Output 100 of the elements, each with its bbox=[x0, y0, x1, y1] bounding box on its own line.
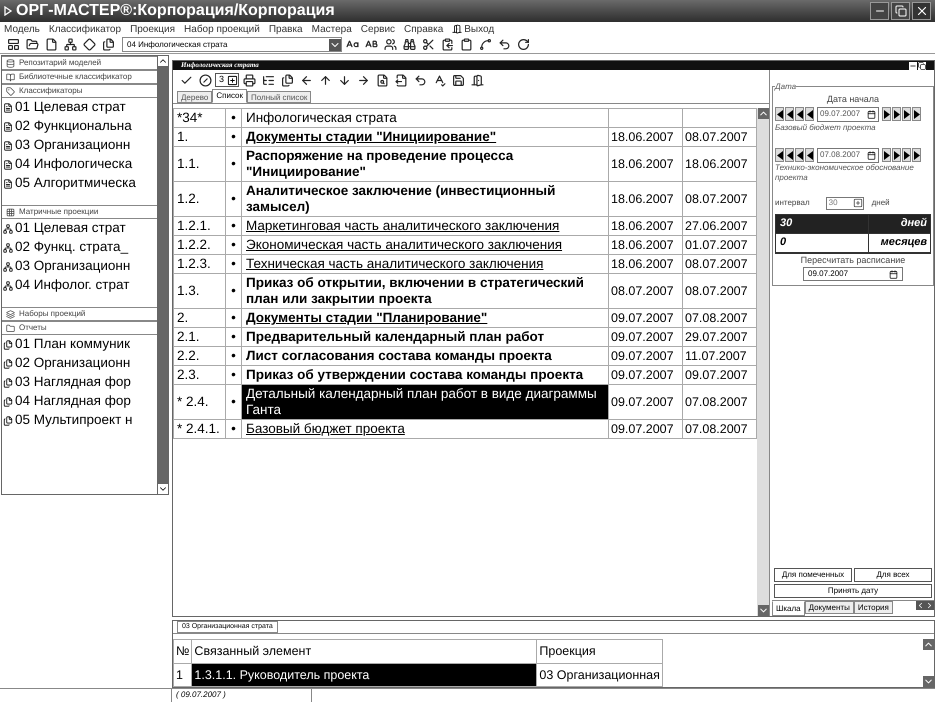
scroll-up-icon bbox=[758, 108, 768, 119]
tree-item[interactable]: 03 Организационн bbox=[15, 256, 130, 277]
task-name-cell[interactable]: Предварительный календарный план работ bbox=[242, 328, 608, 346]
menu-item[interactable]: Классификатор bbox=[48, 22, 122, 36]
step-back-button[interactable] bbox=[785, 148, 794, 162]
restore-button[interactable] bbox=[891, 2, 910, 20]
step-forward-button[interactable] bbox=[912, 107, 921, 121]
tree-item[interactable]: 02 Функц. страта_ bbox=[15, 237, 128, 258]
tree-item[interactable]: 04 Инфолог. страт bbox=[15, 275, 130, 296]
menu-item[interactable]: Проекция bbox=[130, 22, 176, 36]
minimize-icon bbox=[909, 62, 917, 70]
menu-item[interactable]: Правка bbox=[268, 22, 303, 36]
menu-item[interactable]: Справка bbox=[404, 22, 444, 36]
calendar-icon bbox=[889, 270, 898, 278]
view-tab[interactable]: Дерево bbox=[177, 91, 212, 103]
task-name-cell[interactable]: Приказ об открытии, включении в стратегический план или закрытии проекта bbox=[242, 274, 608, 308]
step-back-button[interactable] bbox=[795, 148, 804, 162]
date-field[interactable]: 07.08.2007 bbox=[817, 148, 879, 162]
table-cell: 18.06.2007 bbox=[608, 182, 682, 216]
table-cell: 09.07.2007 bbox=[682, 366, 756, 384]
step-back-button[interactable] bbox=[795, 107, 804, 121]
level-spinner[interactable]: 3 bbox=[215, 73, 240, 87]
projection-dropdown[interactable]: 04 Инфологическая страта bbox=[122, 37, 342, 52]
tree-item[interactable]: 04 Инфологическа bbox=[15, 154, 132, 175]
task-name-cell[interactable]: Маркетинговая часть аналитического заключения bbox=[242, 216, 608, 236]
step-forward-button[interactable] bbox=[892, 107, 901, 121]
field-label: интервал bbox=[775, 197, 810, 209]
column-header[interactable]: Связанный элемент bbox=[192, 640, 537, 663]
section-icon bbox=[6, 310, 15, 318]
task-name-cell[interactable]: Базовый бюджет проекта bbox=[242, 420, 608, 438]
section-header[interactable]: Наборы проекций bbox=[2, 307, 157, 321]
task-name-cell[interactable]: Документы стадии "Планирование" bbox=[242, 308, 608, 328]
table-cell: 08.07.2007 bbox=[682, 128, 756, 146]
section-header[interactable]: Репозитарий моделей bbox=[2, 56, 157, 70]
task-name-cell[interactable]: Документы стадии "Инициирование" bbox=[242, 128, 608, 146]
vertical-scrollbar[interactable] bbox=[157, 56, 168, 494]
step-back-button[interactable] bbox=[805, 148, 814, 162]
unit-row[interactable]: 30 дней bbox=[776, 214, 930, 234]
tree-item[interactable]: 05 Алгоритмическа bbox=[15, 173, 136, 194]
step-back-button[interactable] bbox=[775, 107, 784, 121]
tree-item[interactable]: 05 Мультипроект н bbox=[15, 410, 132, 431]
unit-row[interactable]: 0 месяцев bbox=[776, 234, 930, 252]
status-date: ( 09.07.2007 ) bbox=[172, 689, 312, 702]
menu-item[interactable]: Выход bbox=[464, 22, 494, 36]
tree-item[interactable]: 02 Организационн bbox=[15, 353, 130, 374]
table-cell: • bbox=[226, 128, 242, 146]
tree-item[interactable]: 03 Организационн bbox=[15, 135, 130, 156]
table-cell: * 2.4.1. bbox=[174, 420, 226, 438]
view-tab[interactable]: Список bbox=[212, 89, 247, 103]
accept-date-button[interactable]: Принять дату bbox=[774, 584, 932, 598]
task-name-cell[interactable]: Детальный календарный план работ в виде диаграммы Ганта bbox=[242, 384, 608, 420]
panel-tab[interactable]: Документы bbox=[804, 601, 854, 614]
menu-item[interactable]: Модель bbox=[4, 22, 40, 36]
task-name-cell[interactable]: Техническая часть аналитического заключения bbox=[242, 254, 608, 274]
task-name-cell[interactable]: Лист согласования состава команды проекта bbox=[242, 346, 608, 366]
tree-item[interactable]: 04 Наглядная фор bbox=[15, 391, 131, 412]
task-name-cell[interactable]: Распоряжение на проведение процесса "Инициирование" bbox=[242, 146, 608, 182]
panel-tab[interactable]: История bbox=[854, 601, 893, 614]
section-header[interactable]: Матричные проекции bbox=[2, 205, 157, 219]
step-forward-button[interactable] bbox=[892, 148, 901, 162]
tree-item[interactable]: 01 Целевая страт bbox=[15, 97, 126, 118]
section-header[interactable]: Классификаторы bbox=[2, 84, 157, 98]
tree-item[interactable]: 02 Функциональна bbox=[15, 116, 132, 137]
apply-marked-button[interactable]: Для помеченных bbox=[774, 568, 852, 582]
step-forward-button[interactable] bbox=[902, 148, 911, 162]
close-button[interactable] bbox=[912, 2, 931, 20]
section-header[interactable]: Библиотечные классификатор bbox=[2, 70, 157, 84]
document-icon bbox=[3, 262, 13, 272]
tree-item[interactable]: 01 План коммуник bbox=[15, 334, 130, 355]
step-back-button[interactable] bbox=[785, 107, 794, 121]
section-header[interactable]: Отчеты bbox=[2, 321, 157, 335]
tree-item[interactable]: 03 Наглядная фор bbox=[15, 372, 131, 393]
document-icon bbox=[3, 280, 13, 290]
section-icon bbox=[6, 324, 15, 332]
menu-item[interactable]: Сервис bbox=[360, 22, 396, 36]
vertical-scrollbar[interactable] bbox=[757, 108, 769, 616]
tree-item[interactable]: 01 Целевая страт bbox=[15, 218, 126, 239]
step-back-button[interactable] bbox=[805, 107, 814, 121]
step-forward-button[interactable] bbox=[902, 107, 911, 121]
step-back-button[interactable] bbox=[775, 148, 784, 162]
document-icon bbox=[3, 396, 13, 406]
step-forward-button[interactable] bbox=[882, 148, 891, 162]
column-header[interactable]: Проекция bbox=[536, 640, 662, 663]
menu-item[interactable]: Набор проекций bbox=[184, 22, 260, 36]
document-icon bbox=[3, 178, 13, 188]
apply-all-button[interactable]: Для всех bbox=[854, 568, 932, 582]
step-forward-button[interactable] bbox=[912, 148, 921, 162]
vertical-scrollbar[interactable] bbox=[922, 639, 934, 687]
task-name-cell[interactable]: Аналитическое заключение (инвестиционный замысел) bbox=[242, 182, 608, 216]
menu-item[interactable]: Мастера bbox=[312, 22, 352, 36]
interval-spinner[interactable]: 30 bbox=[826, 196, 864, 210]
scroll-up-icon bbox=[158, 56, 168, 66]
task-name-cell[interactable]: Экономическая часть аналитического заключения bbox=[242, 236, 608, 254]
step-forward-button[interactable] bbox=[882, 107, 891, 121]
minimize-button[interactable] bbox=[870, 2, 889, 20]
date-field[interactable]: 09.07.2007 bbox=[803, 267, 903, 281]
panel-tab[interactable]: Шкала bbox=[772, 601, 805, 616]
date-field[interactable]: 09.07.2007 bbox=[817, 106, 879, 122]
view-tab[interactable]: Полный список bbox=[247, 91, 312, 103]
column-header[interactable]: № bbox=[174, 640, 192, 663]
